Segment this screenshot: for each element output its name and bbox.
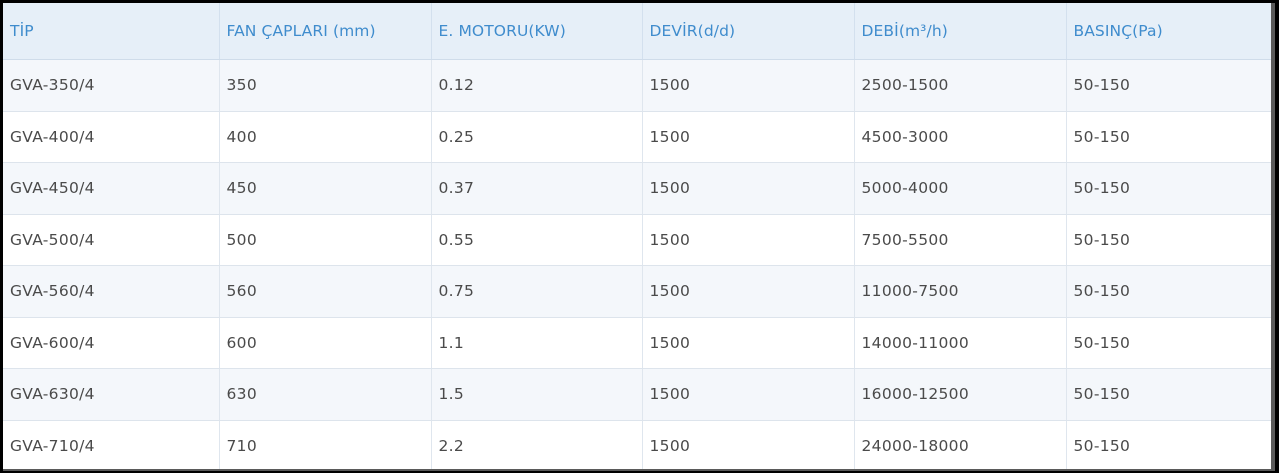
cell-rpm: 1500 <box>642 214 855 266</box>
header-motor-power: E. MOTORU(KW) <box>431 3 643 60</box>
cell-tip: GVA-500/4 <box>3 214 220 266</box>
cell-tip: GVA-450/4 <box>3 162 220 215</box>
cell-tip: GVA-630/4 <box>3 368 220 421</box>
cell-rpm: 1500 <box>642 265 855 318</box>
cell-motor-power: 1.5 <box>431 368 643 421</box>
cell-fan-diameter: 560 <box>219 265 432 318</box>
cell-tip: GVA-560/4 <box>3 265 220 318</box>
cell-flow-rate: 7500-5500 <box>854 214 1067 266</box>
cell-flow-rate: 11000-7500 <box>854 265 1067 318</box>
cell-fan-diameter: 600 <box>219 317 432 369</box>
cell-rpm: 1500 <box>642 162 855 215</box>
header-fan-diameter: FAN ÇAPLARI (mm) <box>219 3 432 60</box>
table-row: GVA-600/4 600 1.1 1500 14000-11000 50-15… <box>3 317 1271 369</box>
spec-table: TİP FAN ÇAPLARI (mm) E. MOTORU(KW) DEVİR… <box>3 3 1271 469</box>
cell-motor-power: 0.55 <box>431 214 643 266</box>
cell-pressure: 50-150 <box>1066 111 1271 163</box>
table-row: GVA-500/4 500 0.55 1500 7500-5500 50-150 <box>3 214 1271 266</box>
cell-tip: GVA-400/4 <box>3 111 220 163</box>
cell-rpm: 1500 <box>642 368 855 421</box>
cell-pressure: 50-150 <box>1066 162 1271 215</box>
cell-pressure: 50-150 <box>1066 59 1271 112</box>
cell-flow-rate: 14000-11000 <box>854 317 1067 369</box>
cell-flow-rate: 4500-3000 <box>854 111 1067 163</box>
cell-fan-diameter: 710 <box>219 420 432 469</box>
table-row: GVA-560/4 560 0.75 1500 11000-7500 50-15… <box>3 265 1271 318</box>
table-row: GVA-350/4 350 0.12 1500 2500-1500 50-150 <box>3 59 1271 112</box>
cell-motor-power: 1.1 <box>431 317 643 369</box>
table-row: GVA-400/4 400 0.25 1500 4500-3000 50-150 <box>3 111 1271 163</box>
cell-tip: GVA-600/4 <box>3 317 220 369</box>
cell-tip: GVA-350/4 <box>3 59 220 112</box>
cell-motor-power: 0.25 <box>431 111 643 163</box>
cell-rpm: 1500 <box>642 111 855 163</box>
header-tip: TİP <box>3 3 220 60</box>
cell-pressure: 50-150 <box>1066 368 1271 421</box>
header-flow-rate: DEBİ(m³/h) <box>854 3 1067 60</box>
cell-flow-rate: 16000-12500 <box>854 368 1067 421</box>
cell-pressure: 50-150 <box>1066 420 1271 469</box>
cell-motor-power: 2.2 <box>431 420 643 469</box>
cell-rpm: 1500 <box>642 59 855 112</box>
table-row: GVA-630/4 630 1.5 1500 16000-12500 50-15… <box>3 368 1271 421</box>
table-row: GVA-710/4 710 2.2 1500 24000-18000 50-15… <box>3 420 1271 469</box>
cell-pressure: 50-150 <box>1066 317 1271 369</box>
cell-motor-power: 0.75 <box>431 265 643 318</box>
spec-table-container: TİP FAN ÇAPLARI (mm) E. MOTORU(KW) DEVİR… <box>3 3 1275 471</box>
cell-flow-rate: 24000-18000 <box>854 420 1067 469</box>
cell-fan-diameter: 630 <box>219 368 432 421</box>
cell-pressure: 50-150 <box>1066 214 1271 266</box>
cell-fan-diameter: 400 <box>219 111 432 163</box>
cell-rpm: 1500 <box>642 420 855 469</box>
table-header-row: TİP FAN ÇAPLARI (mm) E. MOTORU(KW) DEVİR… <box>3 3 1271 60</box>
cell-tip: GVA-710/4 <box>3 420 220 469</box>
header-pressure: BASINÇ(Pa) <box>1066 3 1271 60</box>
cell-flow-rate: 5000-4000 <box>854 162 1067 215</box>
cell-flow-rate: 2500-1500 <box>854 59 1067 112</box>
cell-pressure: 50-150 <box>1066 265 1271 318</box>
cell-fan-diameter: 350 <box>219 59 432 112</box>
cell-fan-diameter: 500 <box>219 214 432 266</box>
cell-rpm: 1500 <box>642 317 855 369</box>
cell-motor-power: 0.12 <box>431 59 643 112</box>
header-rpm: DEVİR(d/d) <box>642 3 855 60</box>
cell-fan-diameter: 450 <box>219 162 432 215</box>
cell-motor-power: 0.37 <box>431 162 643 215</box>
table-row: GVA-450/4 450 0.37 1500 5000-4000 50-150 <box>3 162 1271 215</box>
